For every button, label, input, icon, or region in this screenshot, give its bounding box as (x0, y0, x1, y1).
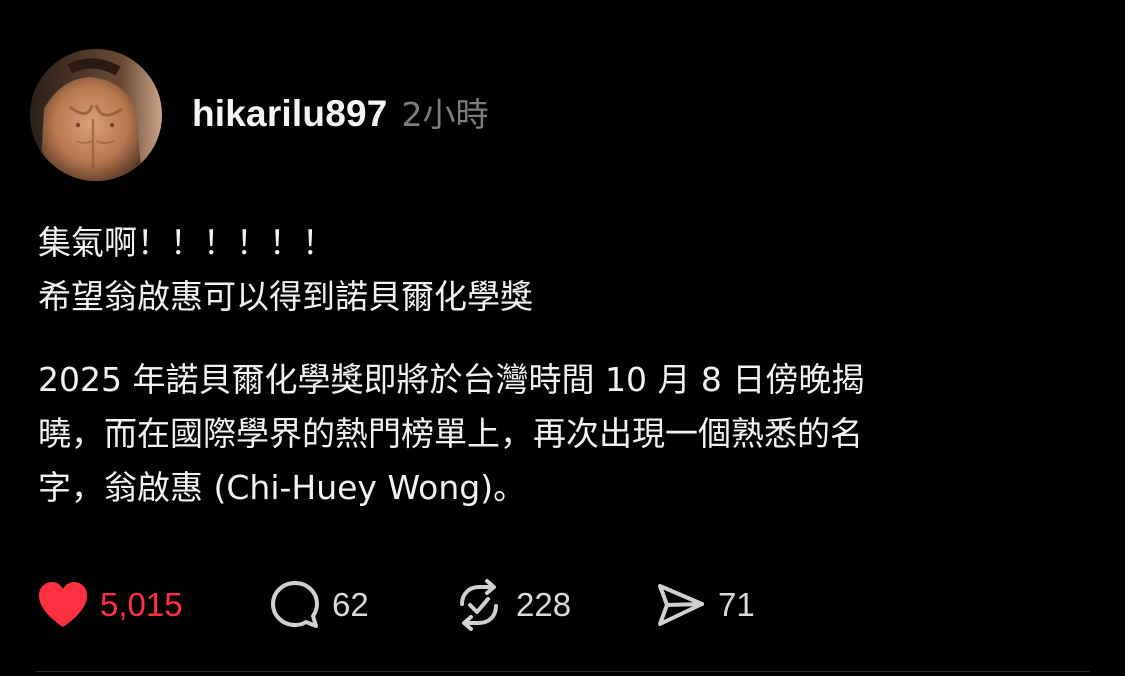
post-body: 集氣啊！！！！！！ 希望翁啟惠可以得到諾貝爾化學獎 2025 年諾貝爾化學獎即將… (38, 216, 1098, 515)
repost-count: 228 (516, 586, 572, 623)
post-text-line: 希望翁啟惠可以得到諾貝爾化學獎 (38, 277, 533, 316)
avatar-photo (30, 49, 162, 181)
username[interactable]: hikarilu897 (192, 93, 388, 135)
reply-button[interactable]: 62 (268, 578, 369, 632)
timestamp: 2小時 (401, 95, 489, 134)
reply-count: 62 (332, 586, 369, 623)
heart-icon (36, 578, 90, 632)
share-button[interactable]: 71 (654, 578, 755, 632)
like-count: 5,015 (100, 586, 183, 623)
repost-button[interactable]: 228 (452, 578, 571, 632)
post-text-line: 2025 年諾貝爾化學獎即將於台灣時間 10 月 8 日傍晚揭 (38, 360, 865, 399)
repost-icon (452, 578, 506, 632)
share-count: 71 (718, 586, 755, 623)
like-button[interactable]: 5,015 (36, 578, 183, 632)
post-text-line: 曉，而在國際學界的熱門榜單上，再次出現一個熟悉的名 (38, 414, 863, 453)
post-text-line: 集氣啊！！！！！！ (38, 223, 335, 262)
comment-bubble-icon (268, 578, 322, 632)
avatar[interactable] (30, 49, 162, 181)
post-header: hikarilu897 2小時 (192, 88, 489, 140)
post-text-line: 字，翁啟惠 (Chi-Huey Wong)。 (38, 468, 527, 507)
action-bar: 5,015 62 228 71 (36, 578, 1036, 632)
divider (36, 671, 1090, 672)
post-card: hikarilu897 2小時 集氣啊！！！！！！ 希望翁啟惠可以得到諾貝爾化學… (0, 0, 1125, 676)
send-icon (654, 578, 708, 632)
